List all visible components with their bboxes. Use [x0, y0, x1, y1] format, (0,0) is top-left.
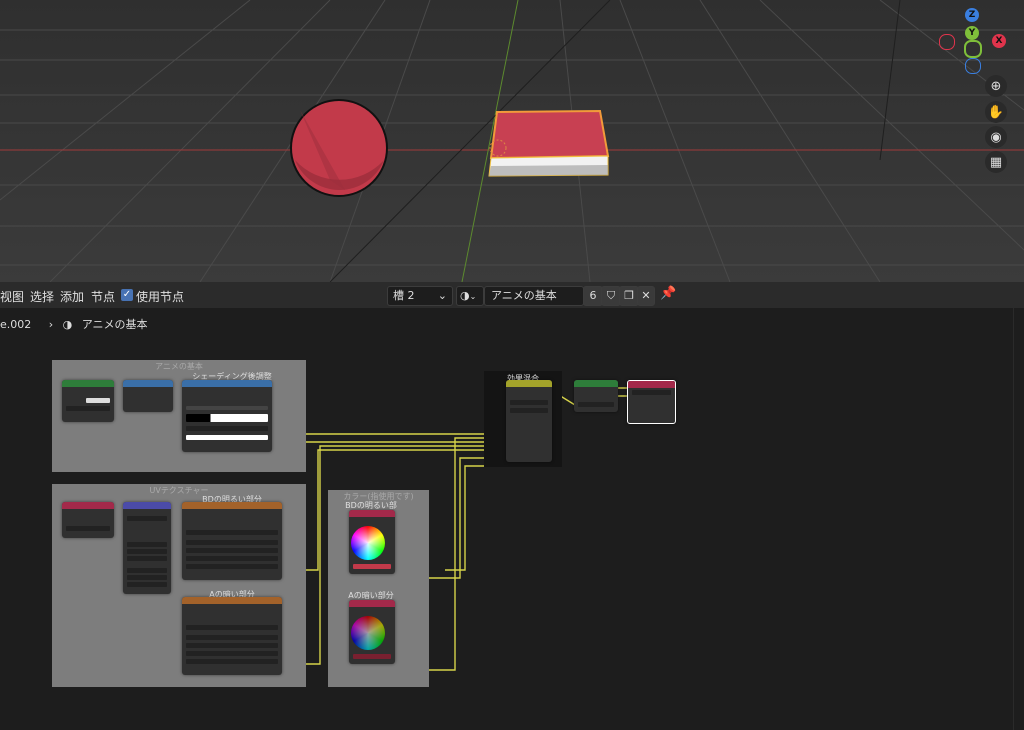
node-header — [62, 380, 114, 387]
slot-dropdown[interactable]: 槽 2 ⌄ — [387, 286, 453, 306]
node-rgb-bd[interactable] — [349, 510, 395, 574]
node-uv-map[interactable] — [62, 502, 114, 538]
node-color-ramp[interactable] — [182, 380, 272, 452]
color-ramp-bar[interactable] — [186, 414, 268, 422]
node-image-texture-bd[interactable] — [182, 502, 282, 580]
sidebar-edge[interactable] — [1013, 308, 1024, 730]
color-wheel-bd[interactable] — [351, 526, 385, 560]
node-material-output[interactable] — [627, 380, 676, 424]
viewport-grid — [0, 0, 1024, 282]
menu-select[interactable]: 选择 — [30, 288, 54, 305]
chevron-down-icon: ⌄ — [437, 289, 447, 302]
menu-node[interactable]: 节点 — [91, 288, 115, 305]
use-nodes-label: 使用节点 — [136, 290, 185, 304]
node-editor-header: 视图 选择 添加 节点 ✓ 使用节点 槽 2 ⌄ ◑⌄ アニメの基本 6 ⛉ ❐… — [0, 282, 1024, 308]
material-name-field[interactable]: アニメの基本 — [484, 286, 584, 306]
3d-viewport[interactable]: Z Y X ⊕ ✋ ◉ ▦ — [0, 0, 1024, 282]
node-rgb-a[interactable] — [349, 600, 395, 664]
use-nodes-checkbox[interactable]: ✓ — [121, 289, 133, 301]
camera-icon[interactable]: ◉ — [985, 126, 1007, 148]
axis-center-icon — [964, 40, 982, 58]
perspective-grid-icon[interactable]: ▦ — [985, 151, 1007, 173]
menu-add[interactable]: 添加 — [60, 288, 84, 305]
node-editor-canvas[interactable]: e.002 › ◑ アニメの基本 アニメの基本 UVテクスチャー カラー(指使用… — [0, 308, 1024, 730]
duplicate-icon[interactable]: ❐ — [619, 286, 639, 306]
node-image-texture-a[interactable] — [182, 597, 282, 675]
node-mapping[interactable] — [123, 502, 171, 594]
menu-view[interactable]: 视图 — [0, 288, 24, 305]
unlink-close-icon[interactable]: ✕ — [637, 286, 655, 306]
material-browse-button[interactable]: ◑⌄ — [456, 286, 484, 306]
sphere-object[interactable] — [290, 99, 388, 197]
material-sphere-icon: ◑ — [460, 289, 470, 302]
node-mix-shader[interactable] — [506, 380, 552, 462]
fake-user-shield-icon[interactable]: ⛉ — [601, 286, 621, 306]
node-geometry[interactable] — [62, 380, 114, 422]
pin-icon[interactable]: 📌 — [660, 286, 676, 301]
color-wheel-a[interactable] — [351, 616, 385, 650]
pan-hand-icon[interactable]: ✋ — [985, 101, 1007, 123]
axis-z-icon[interactable]: Z — [965, 8, 979, 22]
node-shader-to-rgb[interactable] — [123, 380, 173, 412]
axis-y-icon[interactable]: Y — [965, 26, 979, 40]
axis-neg-x-icon[interactable] — [939, 34, 955, 50]
book-object[interactable] — [488, 109, 610, 177]
user-count: 6 — [583, 286, 603, 306]
axis-x-icon[interactable]: X — [992, 34, 1006, 48]
zoom-icon[interactable]: ⊕ — [985, 75, 1007, 97]
node-emission[interactable] — [574, 380, 618, 412]
slot-value: 槽 2 — [393, 289, 415, 302]
axis-neg-z-icon[interactable] — [965, 58, 981, 74]
